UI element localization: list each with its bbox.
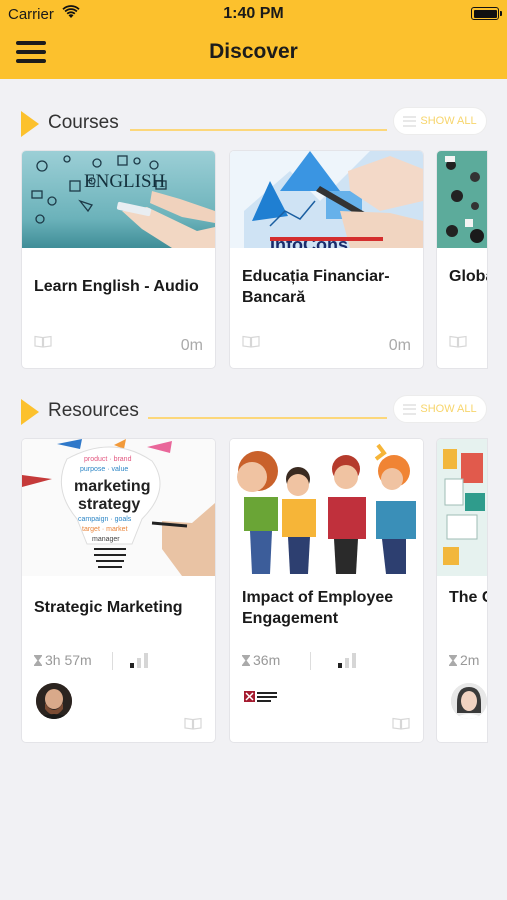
author-avatar	[36, 683, 72, 719]
course-thumbnail: ENGLISH	[22, 151, 215, 248]
resource-duration: 36m	[242, 652, 280, 668]
courses-section-title: Courses	[48, 112, 119, 133]
list-icon	[403, 403, 417, 415]
meta-divider	[310, 652, 311, 670]
svg-text:ENGLISH: ENGLISH	[84, 171, 166, 192]
course-title: Educația Financiar-Bancară	[242, 268, 390, 306]
show-all-label: SHOW ALL	[420, 403, 477, 415]
svg-text:target · market: target · market	[82, 526, 128, 533]
course-duration: 0m	[388, 337, 411, 354]
book-icon	[34, 335, 52, 348]
course-card[interactable]: Globa Entre	[437, 151, 487, 368]
hourglass-icon	[34, 655, 42, 666]
resource-title: The C Crisis	[449, 589, 487, 606]
course-card[interactable]: ENGLISH Learn English - Audio 0m	[22, 151, 215, 368]
course-card[interactable]: InfoCons Educația Financiar-Bancară 0m	[230, 151, 423, 368]
resources-show-all-button[interactable]: SHOW ALL	[393, 395, 487, 423]
resource-duration: 2m	[449, 652, 479, 668]
clock: 1:40 PM	[223, 5, 284, 22]
book-icon	[184, 717, 202, 730]
course-duration: 0m	[180, 337, 203, 354]
status-bar: Carrier 1:40 PM	[0, 0, 507, 28]
section-divider	[130, 129, 387, 131]
resource-title: Impact of Employee Engagement	[242, 589, 394, 627]
resource-thumbnail: product · brand purpose · value marketin…	[22, 439, 215, 576]
resource-thumbnail	[230, 439, 423, 576]
book-icon	[242, 335, 260, 348]
section-marker-icon	[21, 399, 39, 425]
course-title: Learn English - Audio	[34, 278, 199, 295]
resource-card[interactable]: Impact of Employee Engagement 36m	[230, 439, 423, 742]
level-bars-icon	[130, 652, 150, 668]
hbr-logo	[244, 691, 277, 702]
resource-duration-text: 3h 57m	[45, 652, 92, 668]
level-bars-icon	[338, 652, 358, 668]
book-icon	[392, 717, 410, 730]
svg-text:campaign · goals: campaign · goals	[78, 516, 132, 523]
resource-thumbnail	[437, 439, 487, 576]
svg-text:InfoCons: InfoCons	[270, 235, 348, 248]
resource-duration: 3h 57m	[34, 652, 92, 668]
resource-card[interactable]: product · brand purpose · value marketin…	[22, 439, 215, 742]
resource-title: Strategic Marketing	[34, 599, 183, 616]
resources-section-header: Resources SHOW ALL	[0, 395, 507, 429]
course-title: Globa Entre	[449, 268, 487, 285]
svg-text:product · brand: product · brand	[84, 456, 132, 463]
svg-text:purpose · value: purpose · value	[80, 466, 128, 473]
resource-duration-text: 36m	[253, 652, 281, 668]
hourglass-icon	[449, 655, 457, 666]
resources-section-title: Resources	[48, 400, 139, 421]
meta-divider	[112, 652, 113, 670]
svg-text:marketing: marketing	[74, 478, 150, 495]
top-bar: Carrier 1:40 PM Discover	[0, 0, 507, 79]
hourglass-icon	[242, 655, 250, 666]
course-thumbnail	[437, 151, 487, 248]
list-icon	[403, 115, 417, 127]
battery-icon	[471, 7, 502, 20]
book-icon	[449, 335, 467, 348]
author-avatar	[451, 683, 487, 719]
page-title: Discover	[209, 40, 298, 63]
show-all-label: SHOW ALL	[420, 115, 477, 127]
resource-card[interactable]: The C Crisis 2m	[437, 439, 487, 742]
section-marker-icon	[21, 111, 39, 137]
section-divider	[148, 417, 387, 419]
courses-show-all-button[interactable]: SHOW ALL	[393, 107, 487, 135]
svg-text:strategy: strategy	[78, 496, 140, 513]
svg-text:manager: manager	[92, 536, 120, 543]
course-thumbnail: InfoCons	[230, 151, 423, 248]
courses-section-header: Courses SHOW ALL	[0, 107, 507, 141]
resource-duration-text: 2m	[460, 652, 480, 668]
